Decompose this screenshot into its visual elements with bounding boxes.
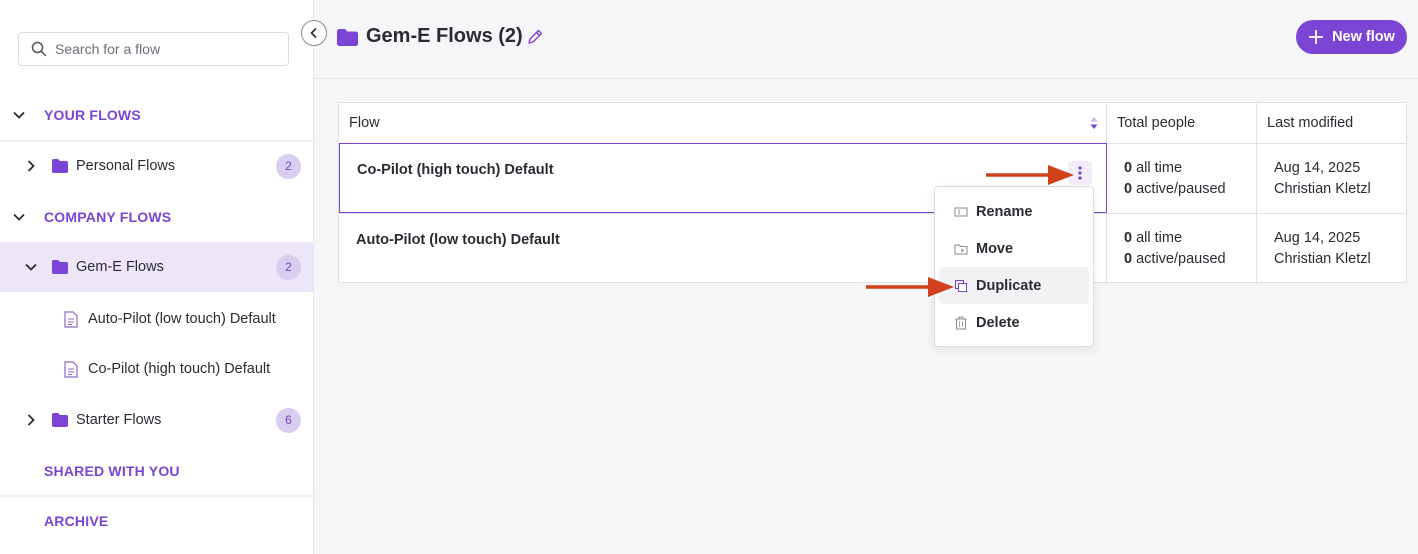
trash-icon [955,316,967,329]
count-badge: 2 [276,153,301,179]
all-time-count: 0 [1124,160,1133,176]
kebab-icon [1078,166,1082,180]
all-time-label: all time [1136,160,1183,176]
new-flow-button[interactable]: New flow [1296,20,1407,54]
pencil-icon[interactable] [526,28,544,46]
active-count: 0 [1124,251,1133,267]
active-count: 0 [1124,181,1133,197]
all-time-label: all time [1136,230,1183,246]
folder-icon [52,159,68,173]
chevron-down-icon [13,111,25,119]
modified-author: Christian Kletzl [1274,251,1371,267]
archive-label: ARCHIVE [44,513,109,529]
search-input[interactable] [55,41,275,57]
total-people-cell: 0 all time 0 active/paused [1107,144,1257,214]
document-icon [64,310,78,328]
sidebar-item-starter-flows[interactable]: Starter Flows 6 [0,395,313,445]
search-box[interactable] [18,32,289,66]
column-header-flow[interactable]: Flow [339,103,1107,143]
sidebar-flow-label: Auto-Pilot (low touch) Default [88,311,276,327]
annotation-arrow-icon [866,277,954,297]
context-menu: Rename Move Duplicate Delete [934,186,1094,347]
menu-item-label: Delete [976,314,1020,331]
active-label: active/paused [1136,181,1226,197]
menu-item-duplicate[interactable]: Duplicate [939,267,1089,304]
folder-icon [52,260,68,274]
last-modified-cell: Aug 14, 2025 Christian Kletzl [1257,144,1406,214]
column-header-total-people[interactable]: Total people [1107,103,1257,143]
total-people-cell: 0 all time 0 active/paused [1107,214,1257,284]
count-badge: 6 [276,407,301,433]
table-row[interactable]: Co-Pilot (high touch) Default 0 all time… [339,143,1406,214]
your-flows-label: YOUR FLOWS [44,107,141,123]
rename-icon [954,207,968,216]
sidebar-flow-auto-pilot[interactable]: Auto-Pilot (low touch) Default [0,294,313,344]
your-flows-section[interactable]: YOUR FLOWS [0,90,313,140]
folder-icon [52,413,68,427]
modified-date: Aug 14, 2025 [1274,230,1361,246]
all-time-count: 0 [1124,230,1133,246]
search-icon [31,41,47,57]
modified-author: Christian Kletzl [1274,181,1371,197]
column-label: Last modified [1267,115,1354,131]
flows-table: Flow Total people Last modified Co-Pilot… [338,102,1407,284]
sidebar-flow-label: Co-Pilot (high touch) Default [88,361,271,377]
sidebar-item-label: Starter Flows [76,412,162,428]
flow-name: Auto-Pilot (low touch) Default [356,232,560,248]
collapse-sidebar-button[interactable] [301,20,327,46]
company-flows-label: COMPANY FLOWS [44,209,172,225]
chevron-down-icon [25,263,37,271]
active-label: active/paused [1136,251,1226,267]
duplicate-icon [955,279,967,292]
sidebar-item-label: Personal Flows [76,158,176,174]
column-label: Flow [349,115,380,131]
sidebar-flow-co-pilot[interactable]: Co-Pilot (high touch) Default [0,344,313,394]
annotation-arrow-icon [986,165,1074,185]
document-icon [64,360,78,378]
move-folder-icon [954,244,968,254]
table-row[interactable]: Auto-Pilot (low touch) Default 0 all tim… [339,213,1406,284]
modified-date: Aug 14, 2025 [1274,160,1361,176]
plus-icon [1309,30,1324,44]
chevron-left-icon [310,27,317,39]
menu-item-rename[interactable]: Rename [939,193,1089,230]
flow-name: Co-Pilot (high touch) Default [357,162,554,178]
last-modified-cell: Aug 14, 2025 Christian Kletzl [1257,214,1406,284]
chevron-down-icon [13,213,25,221]
chevron-right-icon [27,414,35,426]
shared-with-you-label: SHARED WITH YOU [44,463,180,479]
folder-icon [337,29,358,46]
menu-item-move[interactable]: Move [939,230,1089,267]
chevron-right-icon [27,160,35,172]
sidebar-item-personal-flows[interactable]: Personal Flows 2 [0,141,313,191]
column-header-last-modified[interactable]: Last modified [1257,103,1407,143]
count-badge: 2 [276,254,301,280]
new-flow-label: New flow [1332,29,1395,45]
archive-section[interactable]: ARCHIVE [0,496,313,546]
menu-item-label: Duplicate [976,277,1042,294]
column-label: Total people [1117,115,1196,131]
sidebar-item-gem-e-flows[interactable]: Gem-E Flows 2 [0,242,313,292]
company-flows-section[interactable]: COMPANY FLOWS [0,192,313,242]
menu-item-label: Move [976,240,1014,257]
sort-icon[interactable] [1089,115,1099,131]
sidebar: YOUR FLOWS Personal Flows 2 COMPANY FLOW… [0,0,314,554]
sidebar-item-label: Gem-E Flows [76,259,164,275]
menu-item-label: Rename [976,203,1033,220]
page-header: Gem-E Flows (2) New flow [314,0,1418,79]
shared-with-you-section[interactable]: SHARED WITH YOU [0,446,313,496]
menu-item-delete[interactable]: Delete [939,304,1089,341]
page-title: Gem-E Flows (2) [366,25,523,47]
